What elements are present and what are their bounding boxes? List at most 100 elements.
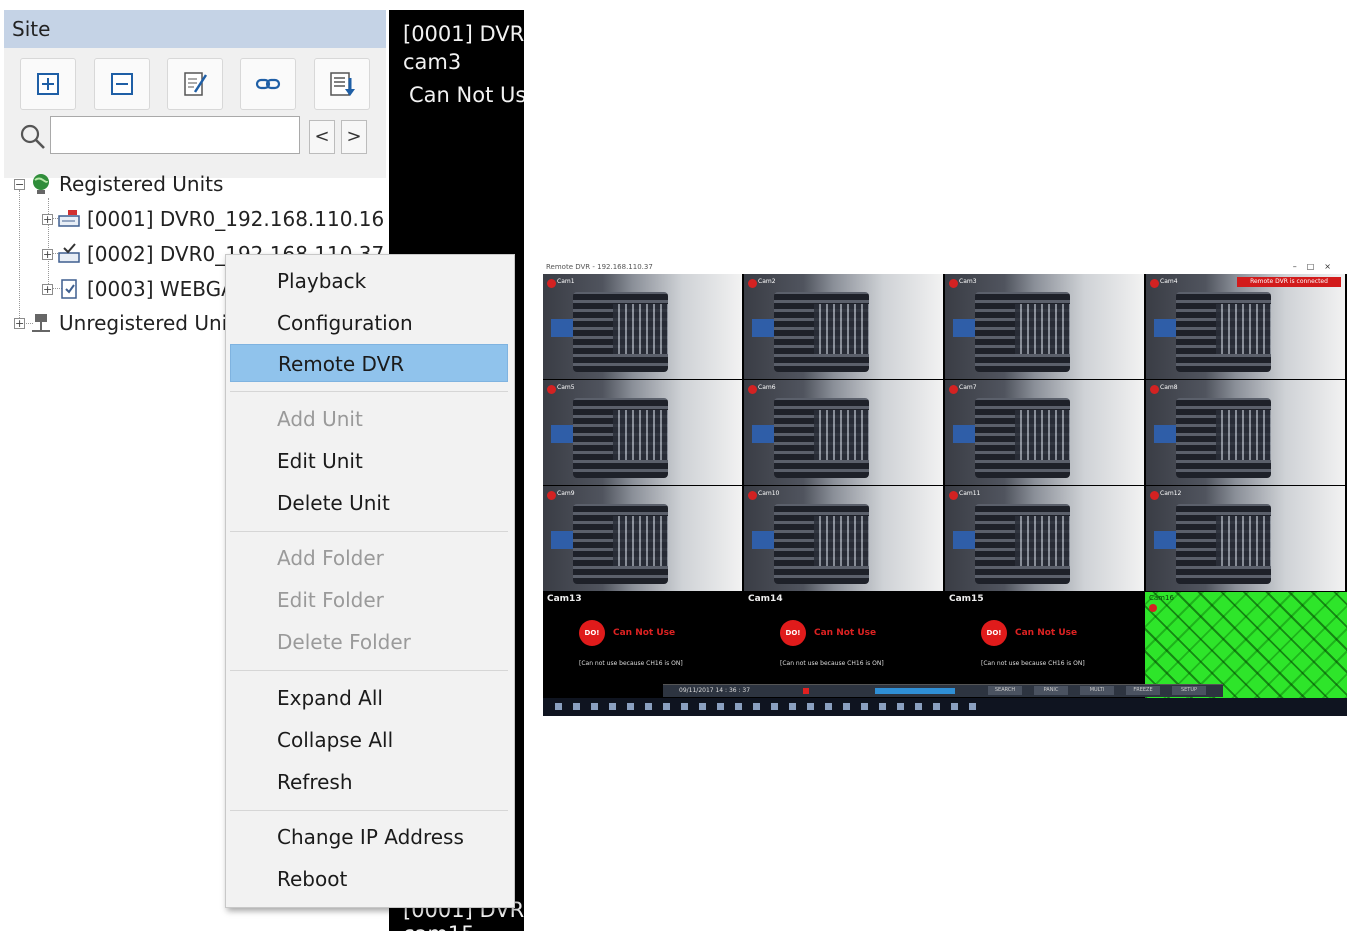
search-prev-button[interactable]: < [309,120,335,154]
taskbar-app-icon[interactable] [843,703,850,710]
menu-item-delete-unit[interactable]: Delete Unit [230,484,508,522]
collapse-toggle[interactable]: − [14,178,25,190]
taskbar-app-icon[interactable] [735,703,742,710]
menu-item-delete-folder[interactable]: Delete Folder [230,623,508,661]
taskbar-app-icon[interactable] [573,703,580,710]
expand-toggle[interactable]: + [42,213,53,225]
taskbar-app-icon[interactable] [915,703,922,710]
search-input[interactable] [50,116,300,154]
taskbar-app-icon[interactable] [609,703,616,710]
camera-tile-unavailable[interactable]: Cam13 DO! Can Not Use [Can not use becau… [543,592,742,698]
search-next-button[interactable]: > [341,120,367,154]
camera-name: cam15 [403,922,475,931]
unavailable-warning: DO! Can Not Use [981,620,1077,646]
menu-item-edit-unit[interactable]: Edit Unit [230,442,508,480]
menu-item-collapse-all[interactable]: Collapse All [230,721,508,759]
camera-tile[interactable]: Cam1 [543,274,742,379]
network-icon [32,314,50,332]
menu-item-edit-folder[interactable]: Edit Folder [230,581,508,619]
expand-toggle[interactable]: + [42,283,53,295]
unavailable-reason: [Can not use because CH16 is ON] [579,660,683,667]
tree-unit-0001[interactable]: + [0001] DVR0_192.168.110.16 [42,203,384,235]
camera-tile[interactable]: Cam7 [945,380,1144,485]
taskbar-app-icon[interactable] [933,703,940,710]
taskbar-app-icon[interactable] [789,703,796,710]
add-unit-button[interactable] [20,58,76,110]
camera-tile[interactable]: Cam4 [1146,274,1345,379]
taskbar-app-icon[interactable] [645,703,652,710]
menu-item-remote-dvr[interactable]: Remote DVR [230,344,508,382]
taskbar-app-icon[interactable] [663,703,670,710]
tree-root-unregistered[interactable]: + Unregistered Units [14,307,246,339]
menu-item-add-folder[interactable]: Add Folder [230,539,508,577]
camera-tile[interactable]: Cam10 [744,486,943,591]
list-sort-icon [330,72,355,96]
menu-item-change-ip-address[interactable]: Change IP Address [230,818,508,856]
taskbar-app-icon[interactable] [951,703,958,710]
menu-item-playback[interactable]: Playback [230,262,508,300]
dvr-freeze-button[interactable]: FREEZE [1126,686,1160,695]
edit-unit-button[interactable] [167,58,223,110]
camera-name: Cam6 [758,384,776,391]
menu-item-reboot[interactable]: Reboot [230,860,508,898]
dvr-multi-button[interactable]: MULTI [1080,686,1114,695]
camera-tile[interactable]: Cam6 [744,380,943,485]
taskbar-app-icon[interactable] [753,703,760,710]
camera-name: Cam7 [959,384,977,391]
taskbar-app-icon[interactable] [807,703,814,710]
record-indicator [1150,279,1159,288]
connect-button[interactable] [240,58,296,110]
menu-item-add-unit[interactable]: Add Unit [230,400,508,438]
camera-tile[interactable]: Cam11 [945,486,1144,591]
taskbar-app-icon[interactable] [969,703,976,710]
taskbar-app-icon[interactable] [717,703,724,710]
registered-units-label: Registered Units [59,172,224,196]
sort-list-button[interactable] [314,58,370,110]
taskbar-app-icon[interactable] [879,703,886,710]
dvr-panic-button[interactable]: PANIC [1034,686,1068,695]
camera-tile[interactable]: Cam2 [744,274,943,379]
taskbar-app-icon[interactable] [825,703,832,710]
expand-toggle[interactable]: + [14,317,25,329]
taskbar-app-icon[interactable] [681,703,688,710]
camera-tile[interactable]: Cam5 [543,380,742,485]
camera-tile[interactable]: Cam8 [1146,380,1345,485]
camera-tile[interactable]: Cam9 [543,486,742,591]
dvr-setup-button[interactable]: SETUP [1172,686,1206,695]
camera-name: Cam4 [1160,278,1178,285]
camera-name: Cam1 [557,278,575,285]
expand-toggle[interactable]: + [42,248,53,260]
taskbar-app-icon[interactable] [771,703,778,710]
taskbar-app-icon[interactable] [627,703,634,710]
unit-label: [0001] DVR0_192.168.110.16 [87,207,385,231]
no-signal-icon: DO! [981,620,1007,646]
camera-tile[interactable]: Cam12 [1146,486,1345,591]
taskbar-app-icon[interactable] [861,703,868,710]
unavailable-text: Can Not Use [1015,628,1078,638]
record-indicator [949,491,958,500]
camera-title: [0001] DVR0_ [403,22,524,46]
unavailable-warning: DO! Can Not Use [579,620,675,646]
remove-unit-button[interactable] [94,58,150,110]
record-indicator [803,688,809,694]
menu-item-configuration[interactable]: Configuration [230,304,508,342]
camera-tile-unavailable[interactable]: Cam14 DO! Can Not Use [Can not use becau… [744,592,943,698]
camera-tile-unavailable[interactable]: Cam15 DO! Can Not Use [Can not use becau… [945,592,1144,698]
taskbar-app-icon[interactable] [591,703,598,710]
taskbar-app-icon[interactable] [555,703,562,710]
taskbar-app-icon[interactable] [699,703,706,710]
camera-tile-green[interactable]: Cam16 [1145,592,1347,698]
progress-bar[interactable] [875,688,955,694]
link-icon [255,78,281,90]
remote-dvr-window: Remote DVR - 192.168.110.37 –□× Cam1 Cam2… [543,262,1347,716]
context-menu: Playback Configuration Remote DVR Add Un… [225,254,515,908]
dvr-search-button[interactable]: SEARCH [988,686,1022,695]
menu-item-refresh[interactable]: Refresh [230,763,508,801]
record-indicator [1150,385,1159,394]
camera-name: Cam15 [949,594,984,604]
window-controls[interactable]: –□× [1293,262,1341,271]
camera-tile[interactable]: Cam3 [945,274,1144,379]
tree-root-registered[interactable]: − Registered Units [14,168,223,200]
menu-item-expand-all[interactable]: Expand All [230,679,508,717]
taskbar-app-icon[interactable] [897,703,904,710]
